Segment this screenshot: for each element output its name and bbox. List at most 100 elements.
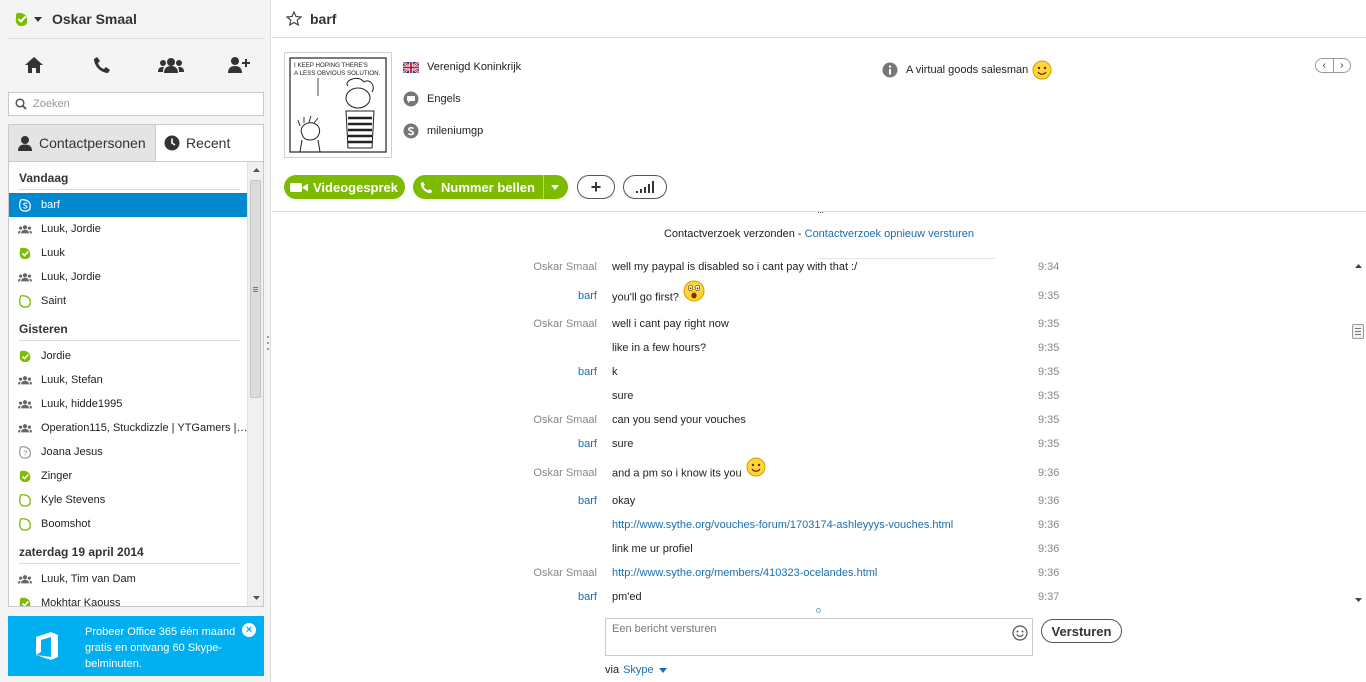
chat-message: barf k 9:35 (272, 363, 1347, 383)
smile-emoticon-icon (746, 457, 766, 480)
chat-message: barf sure 9:35 (272, 435, 1347, 455)
profile-menu[interactable]: Oskar Smaal (14, 8, 137, 30)
message-time: 9:35 (1038, 390, 1060, 402)
group-icon (18, 270, 32, 284)
contact-skype-name: mileniumgp (403, 122, 483, 140)
message-text: pm'ed (612, 591, 642, 603)
online-status-icon (18, 246, 32, 260)
group-icon (18, 373, 32, 387)
call-phones-button[interactable] (84, 52, 120, 78)
group-header: zaterdag 19 april 2014 (9, 536, 248, 567)
send-via-selector[interactable]: Skype (623, 664, 654, 676)
tab-recent[interactable]: Recent (156, 125, 263, 161)
chat-message: Oskar Smaal and a pm so i know its you 9:3… (272, 457, 1347, 484)
recent-item[interactable]: Luuk (9, 241, 248, 265)
collapse-profile-handle[interactable]: ... (817, 204, 824, 216)
scroll-down-arrow-icon[interactable] (248, 590, 263, 606)
recent-item-label: Luuk, hidde1995 (41, 398, 123, 410)
chevron-down-icon[interactable] (551, 185, 559, 190)
recent-item[interactable]: ? Joana Jesus (9, 440, 248, 464)
search-input[interactable] (33, 98, 253, 110)
message-text: and a pm so i know its you (612, 457, 766, 480)
recent-item[interactable]: Luuk, Stefan (9, 368, 248, 392)
scroll-thumb[interactable] (1352, 324, 1364, 339)
online-status-icon (15, 12, 28, 26)
contact-country: Verenigd Koninkrijk (403, 58, 521, 76)
chat-message: Oskar Smaal can you send your vouches 9:35 (272, 411, 1347, 431)
sidebar-tabs: Contactpersonen Recent (8, 124, 264, 161)
promo-text: Probeer Office 365 één maand gratis en o… (85, 626, 236, 670)
scroll-up-arrow-icon[interactable] (1350, 258, 1366, 274)
create-group-button[interactable] (153, 52, 189, 78)
message-sender: barf (578, 366, 597, 378)
recent-item-label: Jordie (41, 350, 71, 362)
recent-item-label: Luuk (41, 247, 65, 259)
prev-arrow-icon[interactable]: ‹ (1316, 59, 1334, 72)
close-icon[interactable]: × (242, 623, 256, 637)
message-input[interactable] (612, 623, 1007, 651)
video-call-button[interactable]: Videogesprek (284, 175, 405, 199)
recent-item-label: Zinger (41, 470, 73, 482)
search-box (8, 92, 264, 116)
chat-history: Oskar Smaal well my paypal is disabled so… (272, 258, 1366, 608)
recent-item-label: Luuk, Stefan (41, 374, 103, 386)
scroll-thumb[interactable] (250, 180, 261, 398)
recent-item[interactable]: Saint (9, 289, 248, 313)
office-promo-banner[interactable]: Probeer Office 365 één maand gratis en o… (8, 616, 264, 676)
recent-item-label: Operation115, Stuckdizzle | YTGamers | .… (41, 422, 248, 434)
scroll-down-arrow-icon[interactable] (1350, 592, 1366, 608)
call-actions: Videogesprek Nummer bellen + (284, 175, 667, 199)
typing-indicator (816, 608, 821, 613)
skype-name-label: mileniumgp (427, 125, 484, 137)
star-icon[interactable] (286, 11, 302, 26)
recent-item[interactable]: Mokhtar Kaouss (9, 591, 248, 606)
chat-message: barf you'll go first? 9:35 (272, 280, 1347, 307)
list-scrollbar[interactable] (247, 162, 263, 606)
call-number-button[interactable]: Nummer bellen (413, 175, 568, 199)
chat-message: Oskar Smaal http://www.sythe.org/members/… (272, 564, 1347, 584)
send-button[interactable]: Versturen (1041, 619, 1122, 643)
group-icon (18, 222, 32, 236)
message-time: 9:35 (1038, 318, 1060, 330)
message-link[interactable]: http://www.sythe.org/members/410323-ocel… (612, 567, 877, 579)
chevron-down-icon[interactable] (658, 667, 667, 673)
recent-item[interactable]: Luuk, Jordie (9, 217, 248, 241)
online-status-icon (18, 596, 32, 606)
scroll-up-arrow-icon[interactable] (248, 162, 263, 178)
comic-avatar-image: I KEEP HOPING THERE'S A LESS OBVIOUS SOL… (288, 56, 388, 154)
recent-item[interactable]: Jordie (9, 344, 248, 368)
recent-item[interactable]: Zinger (9, 464, 248, 488)
recent-item[interactable]: Luuk, Jordie (9, 265, 248, 289)
message-sender: Oskar Smaal (533, 567, 597, 579)
chat-message: like in a few hours? 9:35 (272, 339, 1347, 359)
chat-scrollbar[interactable] (1350, 258, 1366, 608)
message-body: k (612, 366, 618, 378)
add-contact-button[interactable] (221, 52, 257, 78)
contact-avatar[interactable]: I KEEP HOPING THERE'S A LESS OBVIOUS SOL… (284, 52, 392, 158)
resend-contact-request-link[interactable]: Contactverzoek opnieuw versturen (805, 228, 974, 240)
tab-contacts[interactable]: Contactpersonen (9, 125, 156, 161)
recent-item[interactable]: Luuk, hidde1995 (9, 392, 248, 416)
add-participant-button[interactable]: + (577, 175, 615, 199)
recent-item-label: Kyle Stevens (41, 494, 106, 506)
message-body: sure (612, 390, 634, 402)
recent-item[interactable]: barf (9, 193, 248, 217)
message-time: 9:35 (1038, 366, 1060, 378)
message-link[interactable]: http://www.sythe.org/vouches-forum/17031… (612, 519, 953, 531)
call-quality-button[interactable] (623, 175, 667, 199)
recent-item[interactable]: Operation115, Stuckdizzle | YTGamers | .… (9, 416, 248, 440)
message-text: sure (612, 390, 633, 402)
recent-item[interactable]: Boomshot (9, 512, 248, 536)
recent-item[interactable]: Kyle Stevens (9, 488, 248, 512)
contact-request-notice: Contactverzoek verzonden - Contactverzoe… (272, 228, 1366, 240)
next-arrow-icon[interactable]: › (1334, 59, 1351, 72)
emoticon-picker-icon[interactable] (1012, 625, 1028, 641)
message-body: like in a few hours? (612, 342, 707, 354)
pane-splitter[interactable] (266, 336, 270, 350)
message-sender: barf (578, 591, 597, 603)
profile-name: Oskar Smaal (52, 11, 137, 27)
recent-item[interactable]: Luuk, Tim van Dam (9, 567, 248, 591)
home-button[interactable] (16, 52, 52, 78)
message-sender: Oskar Smaal (533, 414, 597, 426)
message-time: 9:36 (1038, 567, 1060, 579)
